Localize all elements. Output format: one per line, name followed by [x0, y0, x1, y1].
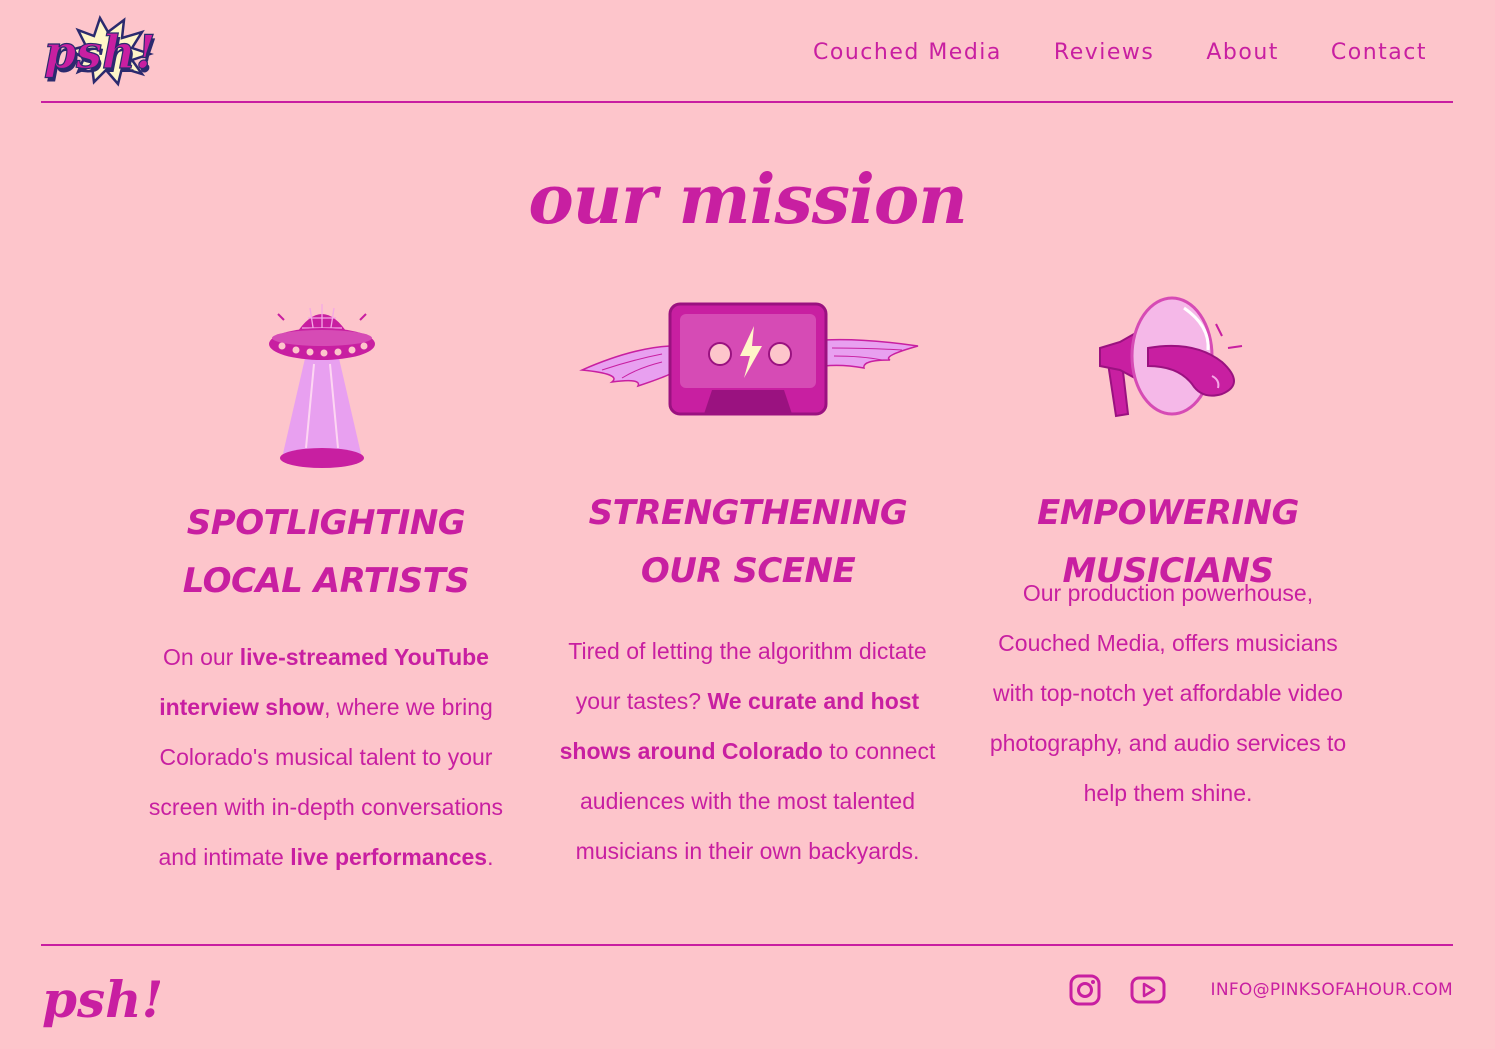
column-body: Tired of letting the algorithm dictate y…	[559, 638, 936, 864]
nav-reviews[interactable]: Reviews	[1054, 40, 1154, 65]
winged-cassette-icon	[579, 302, 919, 416]
footer-logo-image: psh!	[42, 970, 163, 1029]
live-performances-emphasis: live performances	[290, 844, 488, 870]
logo[interactable]: psh! psh!	[38, 10, 160, 92]
column-heading: SPOTLIGHTING LOCAL ARTISTS	[182, 503, 470, 601]
ufo-disco-ball-icon	[269, 304, 375, 468]
main-nav: Couched Media Reviews About Contact	[813, 40, 1427, 65]
contact-email-link[interactable]: INFO@PINKSOFAHOUR.COM	[1211, 980, 1453, 1000]
nav-about[interactable]: About	[1206, 40, 1279, 65]
column-body: On our live-streamed YouTube interview s…	[148, 644, 504, 870]
youtube-link[interactable]	[1130, 973, 1166, 1007]
instagram-icon	[1069, 974, 1101, 1006]
header-divider	[41, 101, 1453, 103]
youtube-icon	[1130, 976, 1166, 1004]
page-title: our mission	[528, 160, 967, 240]
footer-logo-text: psh!	[42, 970, 160, 1029]
logo-text: psh!	[44, 25, 156, 79]
column-heading: STRENGTHENING OUR SCENE	[588, 493, 908, 591]
instagram-link[interactable]	[1068, 973, 1102, 1007]
footer-logo[interactable]: psh!	[38, 955, 163, 1037]
column-body: Our production powerhouse, Couched Media…	[989, 580, 1347, 806]
nav-contact[interactable]: Contact	[1331, 40, 1427, 65]
social-links	[1068, 973, 1166, 1007]
footer-divider	[41, 944, 1453, 946]
nav-couched-media[interactable]: Couched Media	[813, 40, 1002, 65]
logo-image: psh! psh!	[43, 14, 158, 87]
megaphone-tongue-icon	[1099, 296, 1243, 418]
